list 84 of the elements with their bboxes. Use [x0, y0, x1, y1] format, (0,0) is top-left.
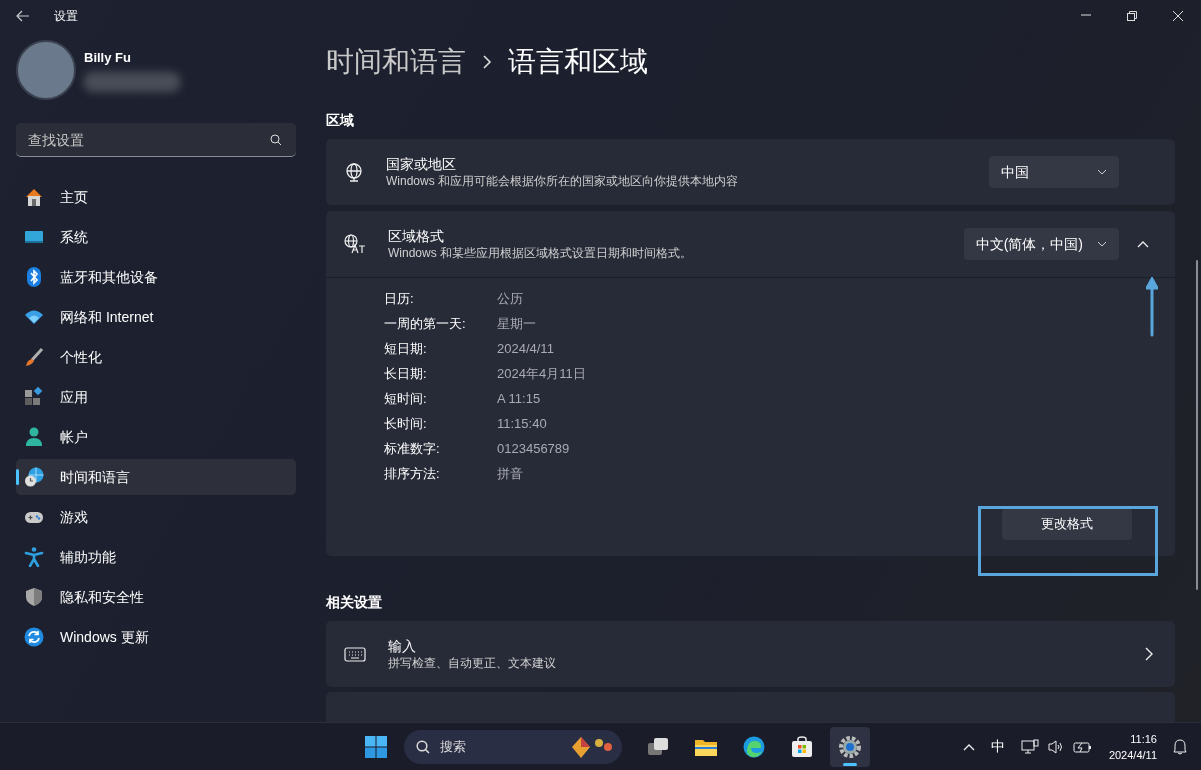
- sidebar-item[interactable]: 蓝牙和其他设备: [16, 259, 296, 295]
- paintbrush-icon: [24, 347, 44, 367]
- detail-value: A 11:15: [497, 389, 541, 408]
- person-icon: [24, 427, 44, 447]
- search-field[interactable]: 查找设置: [16, 123, 296, 157]
- sidebar-item[interactable]: 个性化: [16, 339, 296, 375]
- detail-value: 2024年4月11日: [497, 364, 586, 383]
- accessibility-icon: [24, 547, 44, 567]
- annotation-arrow: [1146, 277, 1158, 337]
- gear-icon: [838, 734, 862, 759]
- globe-icon: [344, 162, 364, 182]
- globe-clock-icon: [24, 467, 44, 487]
- detail-value: 星期一: [497, 314, 536, 333]
- keyboard-icon: [344, 646, 366, 662]
- sidebar-item[interactable]: 时间和语言: [16, 459, 296, 495]
- clock-date[interactable]: 2024/4/11: [1108, 746, 1157, 763]
- back-arrow-icon[interactable]: [16, 10, 30, 22]
- setting-title: 输入: [388, 637, 417, 655]
- network-icon[interactable]: [1020, 738, 1039, 755]
- sidebar-item[interactable]: 主页: [16, 179, 296, 215]
- sync-icon: [24, 627, 44, 647]
- sidebar-item[interactable]: 系统: [16, 219, 296, 255]
- change-format-button[interactable]: 更改格式: [1002, 508, 1132, 540]
- breadcrumb-item[interactable]: 时间和语言: [326, 41, 466, 83]
- chevron-down-icon: [1097, 169, 1107, 175]
- detail-label: 短日期:: [384, 339, 428, 358]
- chevron-up-icon[interactable]: [962, 742, 975, 751]
- browser-icon: [742, 734, 766, 759]
- search-icon: [416, 739, 430, 754]
- breadcrumb-item: 语言和区域: [508, 45, 648, 79]
- detail-label: 排序方法:: [384, 464, 441, 483]
- section-heading: 相关设置: [326, 593, 383, 612]
- search-icon: [270, 134, 282, 146]
- detail-value: 2024/4/11: [497, 339, 554, 358]
- setting-title: 国家或地区: [386, 155, 457, 173]
- chevron-right-icon: [482, 54, 492, 70]
- bluetooth-icon: [24, 267, 44, 287]
- dropdown[interactable]: 中文(简体，中国): [963, 228, 1119, 260]
- house-icon: [24, 187, 44, 207]
- sidebar-item[interactable]: 辅助功能: [16, 539, 296, 575]
- language-icon: [344, 234, 366, 254]
- avatar: [16, 40, 76, 100]
- detail-value: 0123456789: [497, 439, 570, 458]
- restore-icon[interactable]: [1126, 10, 1138, 22]
- taskbar-app[interactable]: [830, 726, 870, 767]
- sidebar-item[interactable]: 隐私和安全性: [16, 579, 296, 615]
- settings-card[interactable]: 输入 拼写检查、自动更正、文本建议: [326, 621, 1175, 687]
- chevron-up-icon: [1137, 240, 1149, 248]
- battery-icon[interactable]: [1072, 739, 1093, 754]
- clock-time[interactable]: 11:16: [1108, 730, 1157, 747]
- sidebar-item[interactable]: 网络和 Internet: [16, 299, 296, 335]
- setting-description: 拼写检查、自动更正、文本建议: [388, 655, 557, 671]
- speaker-icon[interactable]: [1046, 738, 1065, 755]
- close-icon[interactable]: [1172, 10, 1184, 22]
- chevron-right-icon: [1145, 647, 1153, 661]
- bell-icon[interactable]: [1173, 738, 1187, 755]
- setting-description: Windows 和某些应用根据区域格式设置日期和时间格式。: [388, 245, 693, 261]
- sidebar-item[interactable]: 帐户: [16, 419, 296, 455]
- detail-value: 11:15:40: [497, 414, 547, 433]
- sidebar-item[interactable]: Windows 更新: [16, 619, 296, 655]
- section-heading: 区域: [326, 111, 355, 130]
- user-name: Billy Fu: [84, 49, 132, 68]
- window-title: 设置: [54, 8, 78, 25]
- detail-label: 长时间:: [384, 414, 428, 433]
- chevron-down-icon: [1097, 241, 1107, 247]
- detail-label: 一周的第一天:: [384, 314, 467, 333]
- detail-value: 公历: [497, 289, 523, 308]
- taskbar-search-field[interactable]: 搜索: [404, 729, 622, 764]
- detail-label: 短时间:: [384, 389, 428, 408]
- detail-label: 长日期:: [384, 364, 428, 383]
- input-method-indicator[interactable]: 中: [990, 736, 1005, 757]
- start-icon[interactable]: [364, 734, 388, 759]
- shield-icon: [24, 587, 44, 607]
- scrollbar[interactable]: [1196, 260, 1198, 590]
- apps-icon: [24, 387, 44, 407]
- detail-label: 日历:: [384, 289, 415, 308]
- sidebar-item[interactable]: 游戏: [16, 499, 296, 535]
- setting-title: 区域格式: [388, 227, 445, 245]
- detail-value: 拼音: [497, 464, 523, 483]
- detail-label: 标准数字:: [384, 439, 441, 458]
- sidebar-item[interactable]: 应用: [16, 379, 296, 415]
- setting-description: Windows 和应用可能会根据你所在的国家或地区向你提供本地内容: [386, 173, 739, 189]
- dropdown[interactable]: 中国: [989, 156, 1119, 188]
- store-icon: [790, 734, 814, 759]
